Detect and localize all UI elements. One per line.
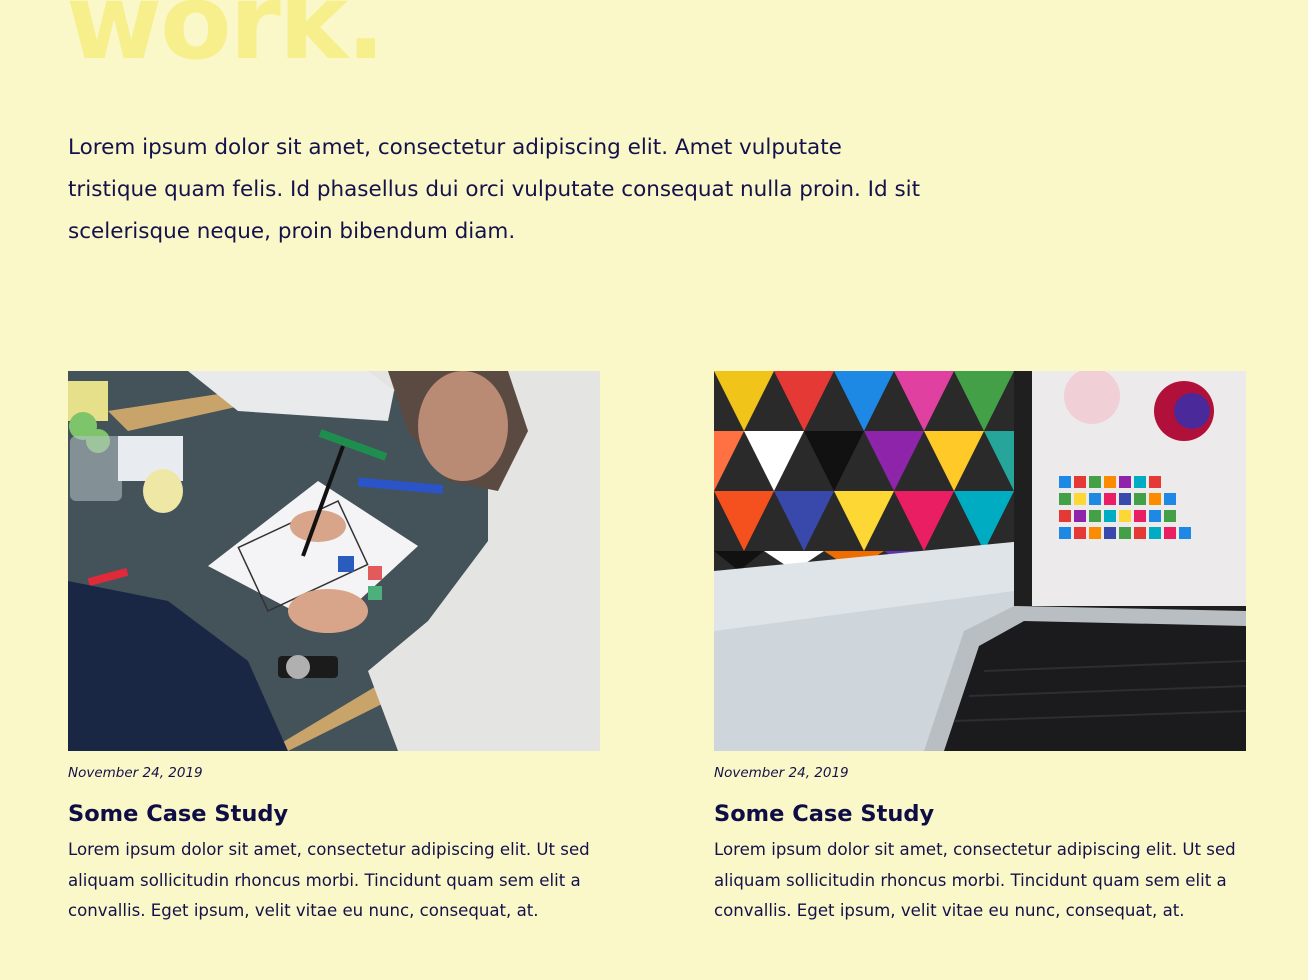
case-study-excerpt: Lorem ipsum dolor sit amet, consectetur … <box>68 840 590 920</box>
post-date: November 24, 2019 <box>68 765 203 781</box>
case-study-image-sketch[interactable] <box>68 371 600 751</box>
case-study-title[interactable]: Some Case Study <box>68 801 600 827</box>
post-date: November 24, 2019 <box>714 765 849 781</box>
hero-heading: work. <box>66 0 385 83</box>
case-study-card[interactable]: November 24, 2019 Some Case Study Lorem … <box>714 371 1246 927</box>
case-study-excerpt: Lorem ipsum dolor sit amet, consectetur … <box>714 840 1236 920</box>
intro-paragraph: Lorem ipsum dolor sit amet, consectetur … <box>68 135 921 244</box>
case-study-title[interactable]: Some Case Study <box>714 801 1246 827</box>
case-study-image-laptop[interactable] <box>714 371 1246 751</box>
case-study-grid: November 24, 2019 Some Case Study Lorem … <box>68 371 1247 927</box>
case-study-card[interactable]: November 24, 2019 Some Case Study Lorem … <box>68 371 600 927</box>
